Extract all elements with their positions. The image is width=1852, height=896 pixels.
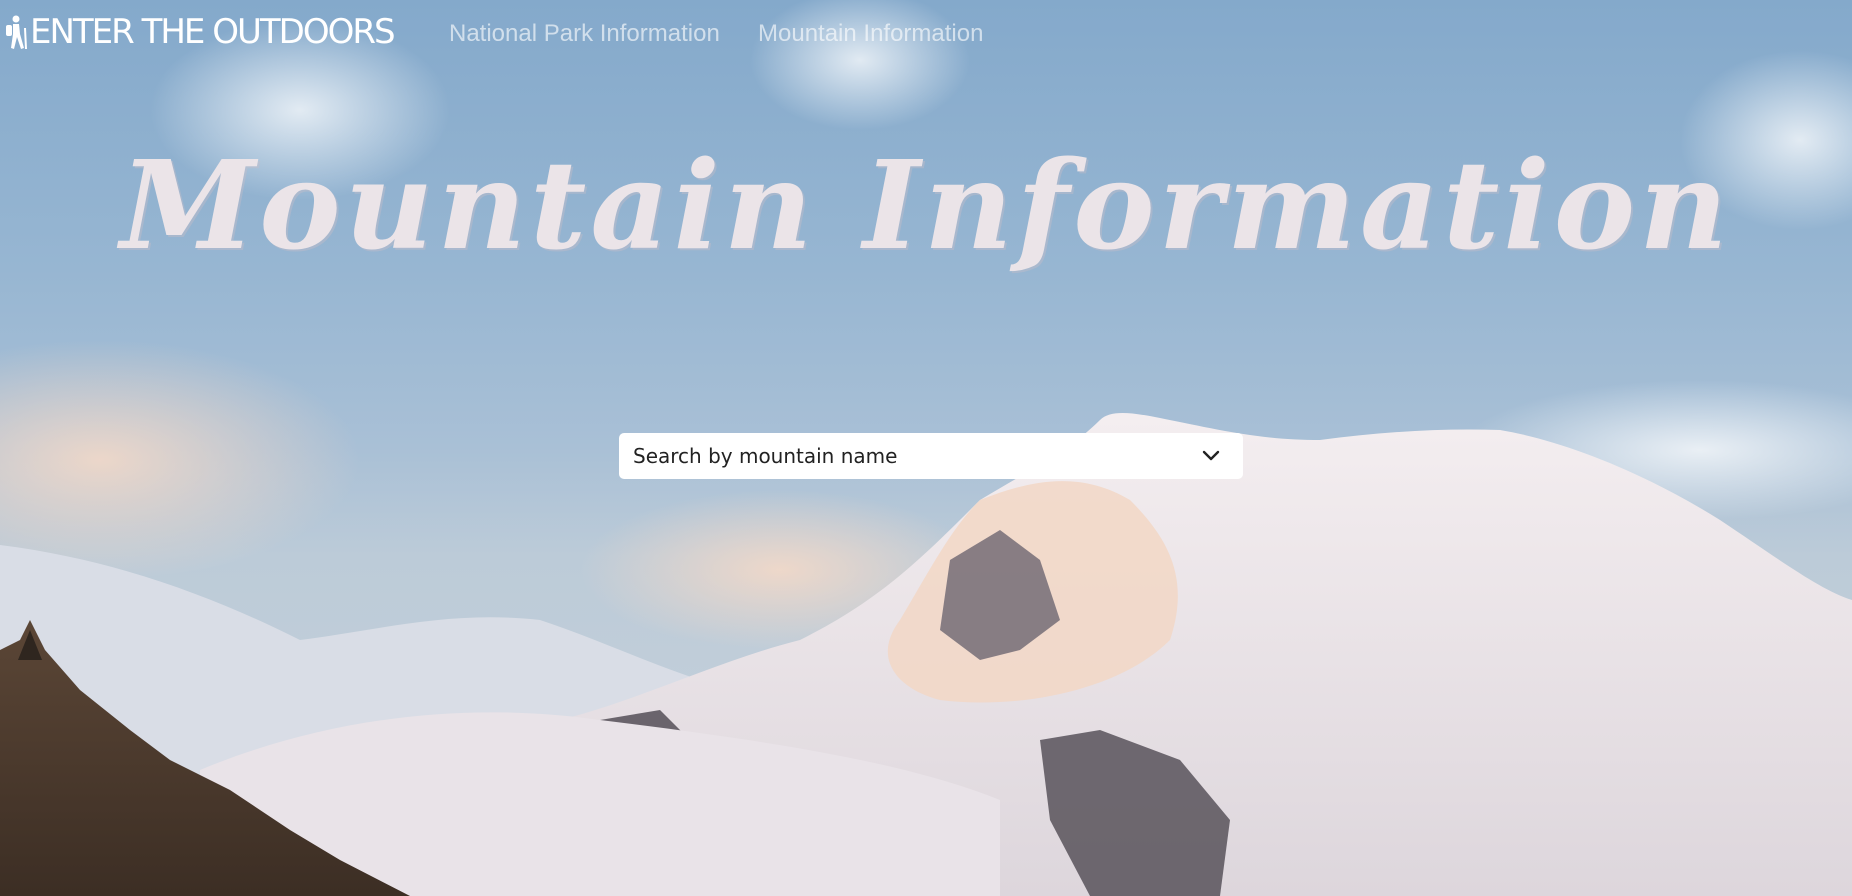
brand-name: ENTER THE OUTDOORS	[30, 12, 396, 52]
mountain-search-select[interactable]: Search by mountain name	[619, 433, 1243, 479]
nav-link-national-park[interactable]: National Park Information	[449, 20, 720, 48]
hiker-icon	[6, 15, 27, 49]
nav-link-mountain[interactable]: Mountain Information	[758, 20, 983, 48]
search-placeholder[interactable]: Search by mountain name	[633, 444, 897, 468]
hero-section: ENTER THE OUTDOORS National Park Informa…	[0, 0, 1852, 896]
chevron-down-icon[interactable]	[1201, 447, 1221, 465]
brand-logo-link[interactable]: ENTER THE OUTDOORS	[2, 12, 396, 52]
page-title: Mountain Information	[120, 133, 1732, 277]
top-navbar: ENTER THE OUTDOORS National Park Informa…	[0, 0, 1852, 70]
